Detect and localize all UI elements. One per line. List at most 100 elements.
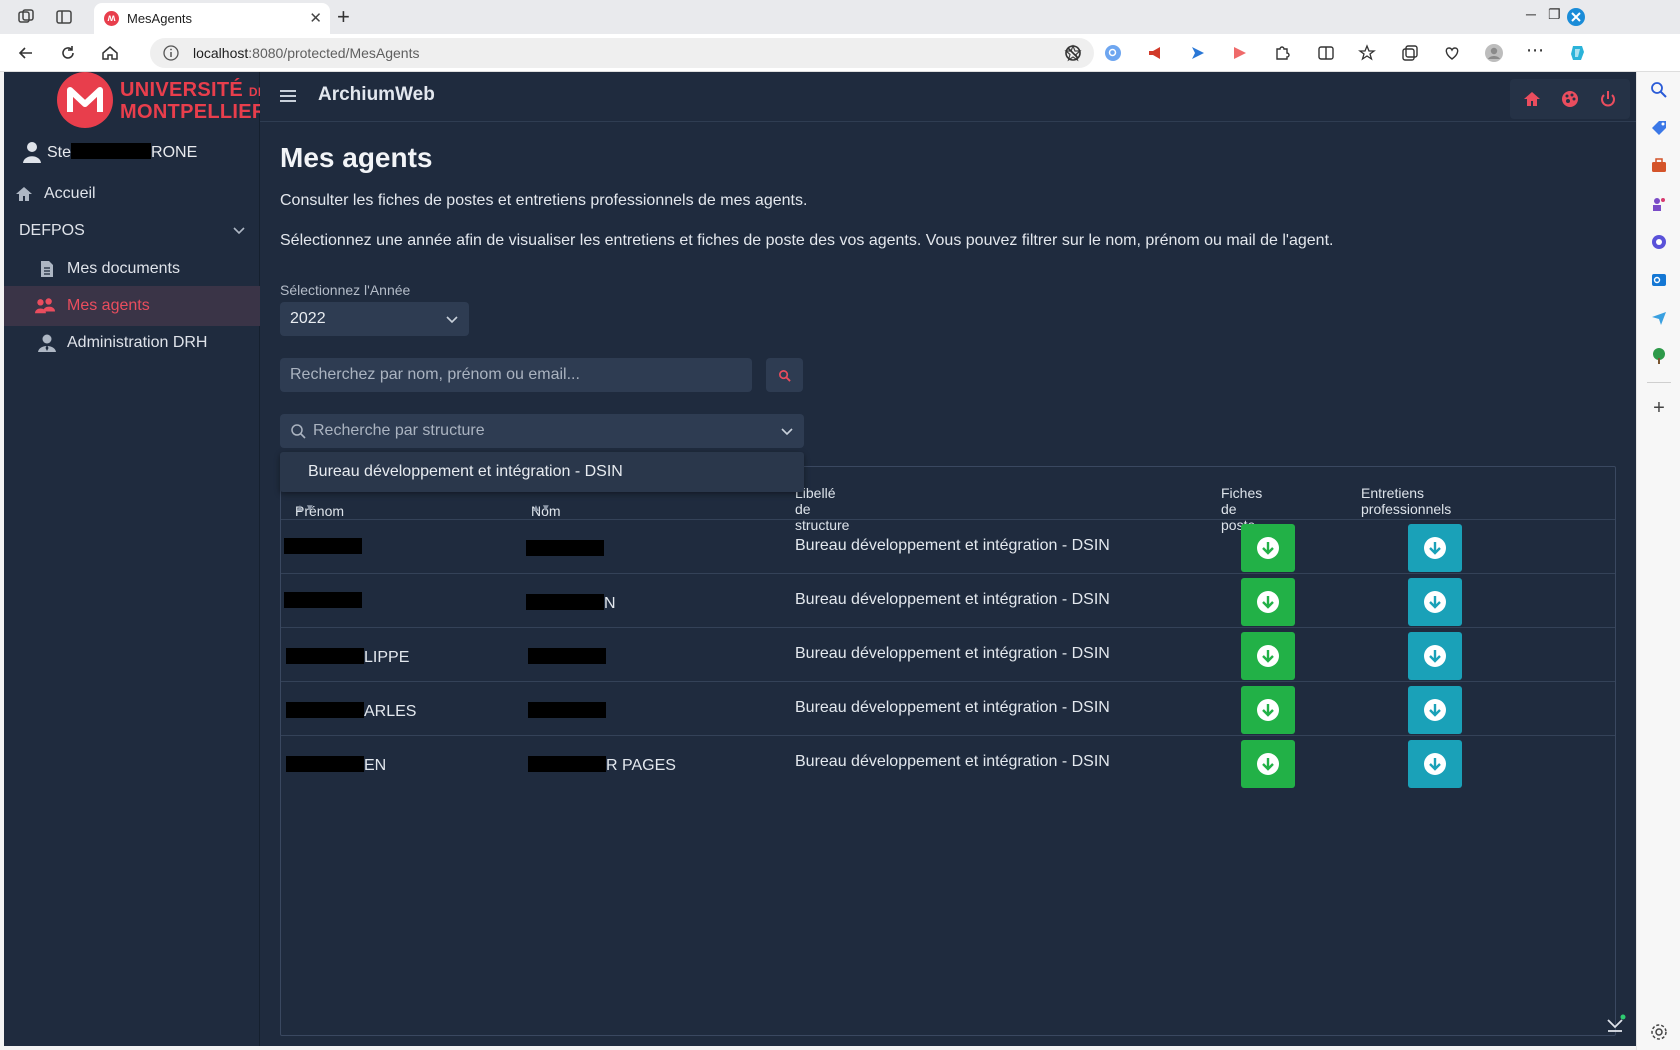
download-entretien-button[interactable]	[1408, 578, 1462, 626]
omnibox[interactable]: localhost:8080/protected/MesAgents	[150, 38, 1094, 68]
extensions-puzzle-icon[interactable]	[1272, 43, 1292, 63]
new-tab-icon[interactable]: +	[337, 4, 350, 30]
page-intro: Consulter les fiches de postes et entret…	[280, 192, 808, 209]
download-icon	[1424, 699, 1446, 721]
sidebar-office-icon[interactable]	[1649, 232, 1669, 252]
extension-megaphone-icon[interactable]	[1146, 43, 1166, 63]
favorites-icon[interactable]	[1358, 43, 1378, 63]
tab-title: MesAgents	[127, 11, 193, 26]
chevron-down-icon	[446, 316, 458, 324]
sidebar-item-administration-drh[interactable]: Administration DRH	[4, 323, 260, 363]
download-icon	[1257, 645, 1279, 667]
power-logout-icon[interactable]	[1598, 89, 1618, 109]
download-entretien-button[interactable]	[1408, 632, 1462, 680]
year-label: Sélectionnez l'Année	[280, 282, 411, 298]
redacted-text	[528, 756, 606, 772]
document-icon	[41, 261, 53, 277]
cell-prenom: ARLES	[286, 702, 416, 721]
profile-avatar-icon[interactable]	[1484, 43, 1504, 63]
download-entretien-button[interactable]	[1408, 740, 1462, 788]
year-select[interactable]: 2022	[280, 302, 469, 336]
download-fiche-poste-button[interactable]	[1241, 686, 1295, 734]
topbar-actions	[1510, 79, 1630, 119]
download-icon	[1424, 537, 1446, 559]
cell-structure: Bureau développement et intégration - DS…	[795, 645, 1110, 662]
table-row: Bureau développement et intégration - DS…	[281, 519, 1615, 577]
tab-favicon: ʍ	[104, 11, 119, 26]
sidebar-item-mes-agents[interactable]: Mes agents	[4, 286, 260, 326]
year-select-value: 2022	[290, 310, 326, 327]
download-fiche-poste-button[interactable]	[1241, 578, 1295, 626]
table-row: ARLES Bureau développement et intégratio…	[281, 681, 1615, 739]
download-fiche-poste-button[interactable]	[1241, 524, 1295, 572]
sidebar-section-defpos[interactable]: DEFPOS	[4, 211, 260, 251]
structure-dropdown-option[interactable]: Bureau développement et intégration - DS…	[280, 452, 804, 492]
reload-icon[interactable]	[58, 43, 78, 63]
split-screen-icon[interactable]	[1316, 43, 1336, 63]
close-window-icon[interactable]	[1566, 7, 1586, 27]
extension-record-icon[interactable]	[1230, 43, 1250, 63]
tab-actions-icon[interactable]	[54, 7, 74, 27]
restore-icon[interactable]: ❐	[1548, 6, 1561, 23]
download-entretien-button[interactable]	[1408, 524, 1462, 572]
menu-hamburger-icon[interactable]	[278, 87, 298, 105]
redacted-text	[71, 143, 152, 159]
home-icon[interactable]	[1522, 89, 1542, 109]
cell-nom	[526, 540, 604, 559]
collections-icon[interactable]	[1400, 43, 1420, 63]
browser-tab-bar: ʍ MesAgents ✕ + ─ ❐	[0, 0, 1680, 34]
browser-tab[interactable]: ʍ MesAgents ✕	[94, 3, 330, 34]
more-options-icon[interactable]: ⋯	[1526, 41, 1546, 63]
scroll-down-icon[interactable]	[1604, 1014, 1626, 1036]
search-button[interactable]	[766, 358, 803, 392]
chevron-down-icon	[233, 227, 245, 235]
download-icon	[1257, 753, 1279, 775]
search-icon	[779, 370, 791, 382]
home-icon[interactable]	[100, 43, 120, 63]
sidebar-search-icon[interactable]	[1649, 80, 1669, 100]
sidebar-settings-icon[interactable]	[1649, 1022, 1669, 1042]
app-topbar: ArchiumWeb	[260, 72, 1636, 122]
copilot-icon[interactable]	[1568, 43, 1588, 63]
cell-structure: Bureau développement et intégration - DS…	[795, 753, 1110, 770]
home-icon	[16, 187, 32, 201]
search-input[interactable]	[280, 358, 752, 392]
cell-nom	[528, 648, 606, 667]
sidebar-tree-icon[interactable]	[1649, 346, 1669, 366]
cell-structure: Bureau développement et intégration - DS…	[795, 537, 1110, 554]
sidebar-tools-icon[interactable]	[1649, 156, 1669, 176]
sidebar-games-icon[interactable]	[1649, 194, 1669, 214]
cell-structure: Bureau développement et intégration - DS…	[795, 699, 1110, 716]
site-info-icon[interactable]	[162, 44, 180, 62]
redacted-text	[526, 540, 604, 556]
redacted-text	[528, 648, 606, 664]
browser-address-bar: localhost:8080/protected/MesAgents ⋯	[0, 34, 1680, 72]
back-icon[interactable]	[16, 43, 36, 63]
extension-arrow-icon[interactable]	[1188, 43, 1208, 63]
redacted-text	[526, 594, 604, 610]
theme-palette-icon[interactable]	[1560, 89, 1580, 109]
sidebar-item-accueil[interactable]: Accueil	[4, 174, 260, 214]
sidebar-send-icon[interactable]	[1649, 308, 1669, 328]
tab-close-icon[interactable]: ✕	[309, 9, 322, 27]
structure-search-select[interactable]: Recherche par structure	[280, 414, 804, 448]
redacted-text	[286, 702, 364, 718]
workspaces-icon[interactable]	[16, 7, 36, 27]
download-fiche-poste-button[interactable]	[1241, 740, 1295, 788]
logo-m-icon	[67, 87, 103, 112]
app-sidebar: UNIVERSITÉ DE MONTPELLIER Ste RONE Accuei…	[4, 72, 266, 1046]
download-fiche-poste-button[interactable]	[1241, 632, 1295, 680]
sidebar-add-icon[interactable]: +	[1649, 398, 1669, 418]
sidebar-shopping-icon[interactable]	[1649, 118, 1669, 138]
browser-essentials-icon[interactable]	[1442, 43, 1462, 63]
search-icon	[291, 424, 306, 439]
minimize-icon[interactable]: ─	[1526, 6, 1536, 22]
extension-search-icon[interactable]	[1103, 43, 1123, 63]
url-text[interactable]: localhost:8080/protected/MesAgents	[193, 45, 420, 61]
download-entretien-button[interactable]	[1408, 686, 1462, 734]
sidebar-item-mes-documents[interactable]: Mes documents	[4, 249, 260, 289]
table-row: LIPPE Bureau développement et intégratio…	[281, 627, 1615, 685]
download-icon	[1257, 699, 1279, 721]
tracking-prevention-icon[interactable]	[1063, 43, 1083, 63]
sidebar-outlook-icon[interactable]	[1649, 270, 1669, 290]
